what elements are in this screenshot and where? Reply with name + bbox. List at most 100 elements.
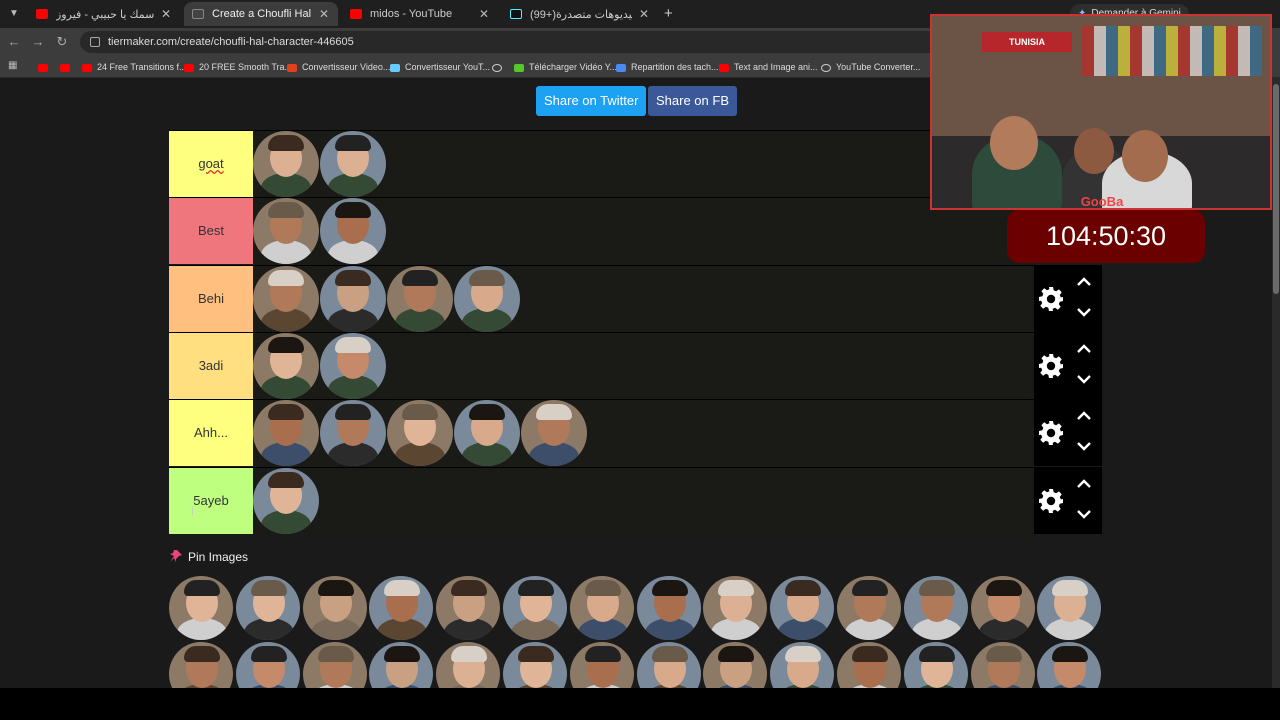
pool-character-portrait[interactable] [636,642,701,688]
character-portrait[interactable] [320,400,386,467]
pool-character-portrait[interactable] [436,576,501,640]
bookmark-item[interactable]: Télécharger Vidéo Y... [514,60,617,74]
character-portrait[interactable] [253,265,319,332]
address-bar[interactable]: tiermaker.com/create/choufli-hal-charact… [80,31,940,53]
pool-character-portrait[interactable] [235,576,300,640]
character-portrait[interactable] [320,265,386,332]
close-tab-icon[interactable]: ✕ [318,7,330,21]
pool-character-portrait[interactable] [503,642,567,688]
character-portrait[interactable] [320,332,386,399]
bookmark-item[interactable]: 20 FREE Smooth Tra... [184,60,292,74]
pool-character-portrait[interactable] [369,576,434,640]
pool-character-portrait[interactable] [569,642,634,688]
pool-character-portrait[interactable] [903,576,968,640]
apps-grid-icon[interactable]: ▦ [8,60,20,72]
pin-images-toggle[interactable]: Pin Images [170,550,248,564]
pool-character-portrait[interactable] [169,642,233,688]
bookmark-item[interactable]: Repartition des tach... [616,60,719,74]
pool-character-portrait[interactable] [970,642,1035,688]
pool-character-portrait[interactable] [703,576,768,640]
bookmark-item[interactable]: Convertisseur YouT... [390,60,490,74]
bookmark-item[interactable] [38,60,53,74]
pool-character-portrait[interactable] [703,642,768,688]
gear-icon[interactable] [1038,420,1064,446]
portrait-hair [518,580,554,596]
tab-tiktok[interactable]: (99+)شاهد فيديوهات متصدرة | TikTok ✕ [502,2,658,26]
new-tab-icon[interactable]: + [664,5,673,22]
chevron-up-icon[interactable] [1076,477,1092,491]
back-arrow-icon[interactable]: ← [6,34,22,50]
pool-character-portrait[interactable] [770,576,835,640]
pool-character-portrait[interactable] [1037,576,1102,640]
share-twitter-button[interactable]: Share on Twitter [536,86,647,116]
pool-character-portrait[interactable] [970,576,1035,640]
youtube-icon [60,63,70,72]
pool-character-portrait[interactable] [569,576,634,640]
character-portrait[interactable] [253,467,319,534]
tier-label[interactable]: goat [169,131,253,197]
page-scrollbar[interactable] [1272,78,1280,688]
tab-search-icon[interactable]: ▼ [6,6,22,22]
character-portrait[interactable] [387,400,453,467]
pool-character-portrait[interactable] [235,642,300,688]
pool-character-portrait[interactable] [369,642,434,688]
pool-character-portrait[interactable] [1037,642,1102,688]
portrait-hair [852,646,888,662]
tier-label[interactable]: 5ayeb [169,467,253,534]
pool-character-portrait[interactable] [503,576,567,640]
close-tab-icon[interactable]: ✕ [160,7,172,21]
tab-youtube-fairuz[interactable]: بكتب اسمك يا حبيبي - فيروز | YouTube ✕ [28,2,180,26]
bookmark-item[interactable]: Text and Image ani... [719,60,818,74]
portrait-hair [718,646,755,662]
tier-label[interactable]: Behi [169,265,253,332]
chevron-up-icon[interactable] [1076,409,1092,423]
share-fb-button[interactable]: Share on FB [648,86,737,116]
bookmark-item[interactable] [492,60,507,74]
character-portrait[interactable] [454,265,520,332]
pool-character-portrait[interactable] [837,642,901,688]
gear-icon[interactable] [1038,286,1064,312]
character-portrait[interactable] [454,400,520,467]
pool-character-portrait[interactable] [903,642,968,688]
character-portrait[interactable] [387,265,453,332]
tab-midos-youtube[interactable]: midos - YouTube ✕ [342,2,498,26]
scrollbar-thumb[interactable] [1273,84,1279,294]
character-portrait[interactable] [253,332,319,399]
chevron-down-icon[interactable] [1076,507,1092,521]
close-tab-icon[interactable]: ✕ [478,7,490,21]
tier-label[interactable]: Ahh... [169,400,253,467]
tab-tiermaker[interactable]: Create a Choufli Hal Character T ✕ [184,2,338,26]
pool-character-portrait[interactable] [436,642,501,688]
character-portrait[interactable] [521,400,587,467]
reload-icon[interactable]: ↻ [54,34,70,50]
chevron-down-icon[interactable] [1076,372,1092,386]
tier-label[interactable]: Best [169,198,253,265]
pool-character-portrait[interactable] [302,642,367,688]
tier-label[interactable]: 3adi [169,332,253,399]
chevron-up-icon[interactable] [1076,342,1092,356]
character-portrait[interactable] [253,131,319,197]
gear-icon[interactable] [1038,353,1064,379]
pool-character-portrait[interactable] [636,576,701,640]
pool-character-portrait[interactable] [770,642,835,688]
bookmark-item[interactable]: YouTube Converter... [821,60,920,74]
bookmark-item[interactable] [60,60,75,74]
character-portrait[interactable] [320,198,386,265]
portrait-hair [184,646,220,662]
close-tab-icon[interactable]: ✕ [638,7,650,21]
character-portrait[interactable] [320,131,386,197]
character-portrait[interactable] [253,400,319,467]
character-portrait[interactable] [253,198,319,265]
pool-character-portrait[interactable] [169,576,233,640]
site-info-icon[interactable] [90,37,100,48]
pool-character-portrait[interactable] [837,576,901,640]
gear-icon[interactable] [1038,488,1064,514]
pool-character-portrait[interactable] [302,576,367,640]
bookmark-item[interactable]: Convertisseur Video... [287,60,390,74]
chevron-down-icon[interactable] [1076,305,1092,319]
chevron-up-icon[interactable] [1076,275,1092,289]
bookmark-item[interactable]: 24 Free Transitions f... [82,60,187,74]
bookmark-label: 20 FREE Smooth Tra... [199,62,293,72]
forward-arrow-icon[interactable]: → [30,34,46,50]
chevron-down-icon[interactable] [1076,439,1092,453]
